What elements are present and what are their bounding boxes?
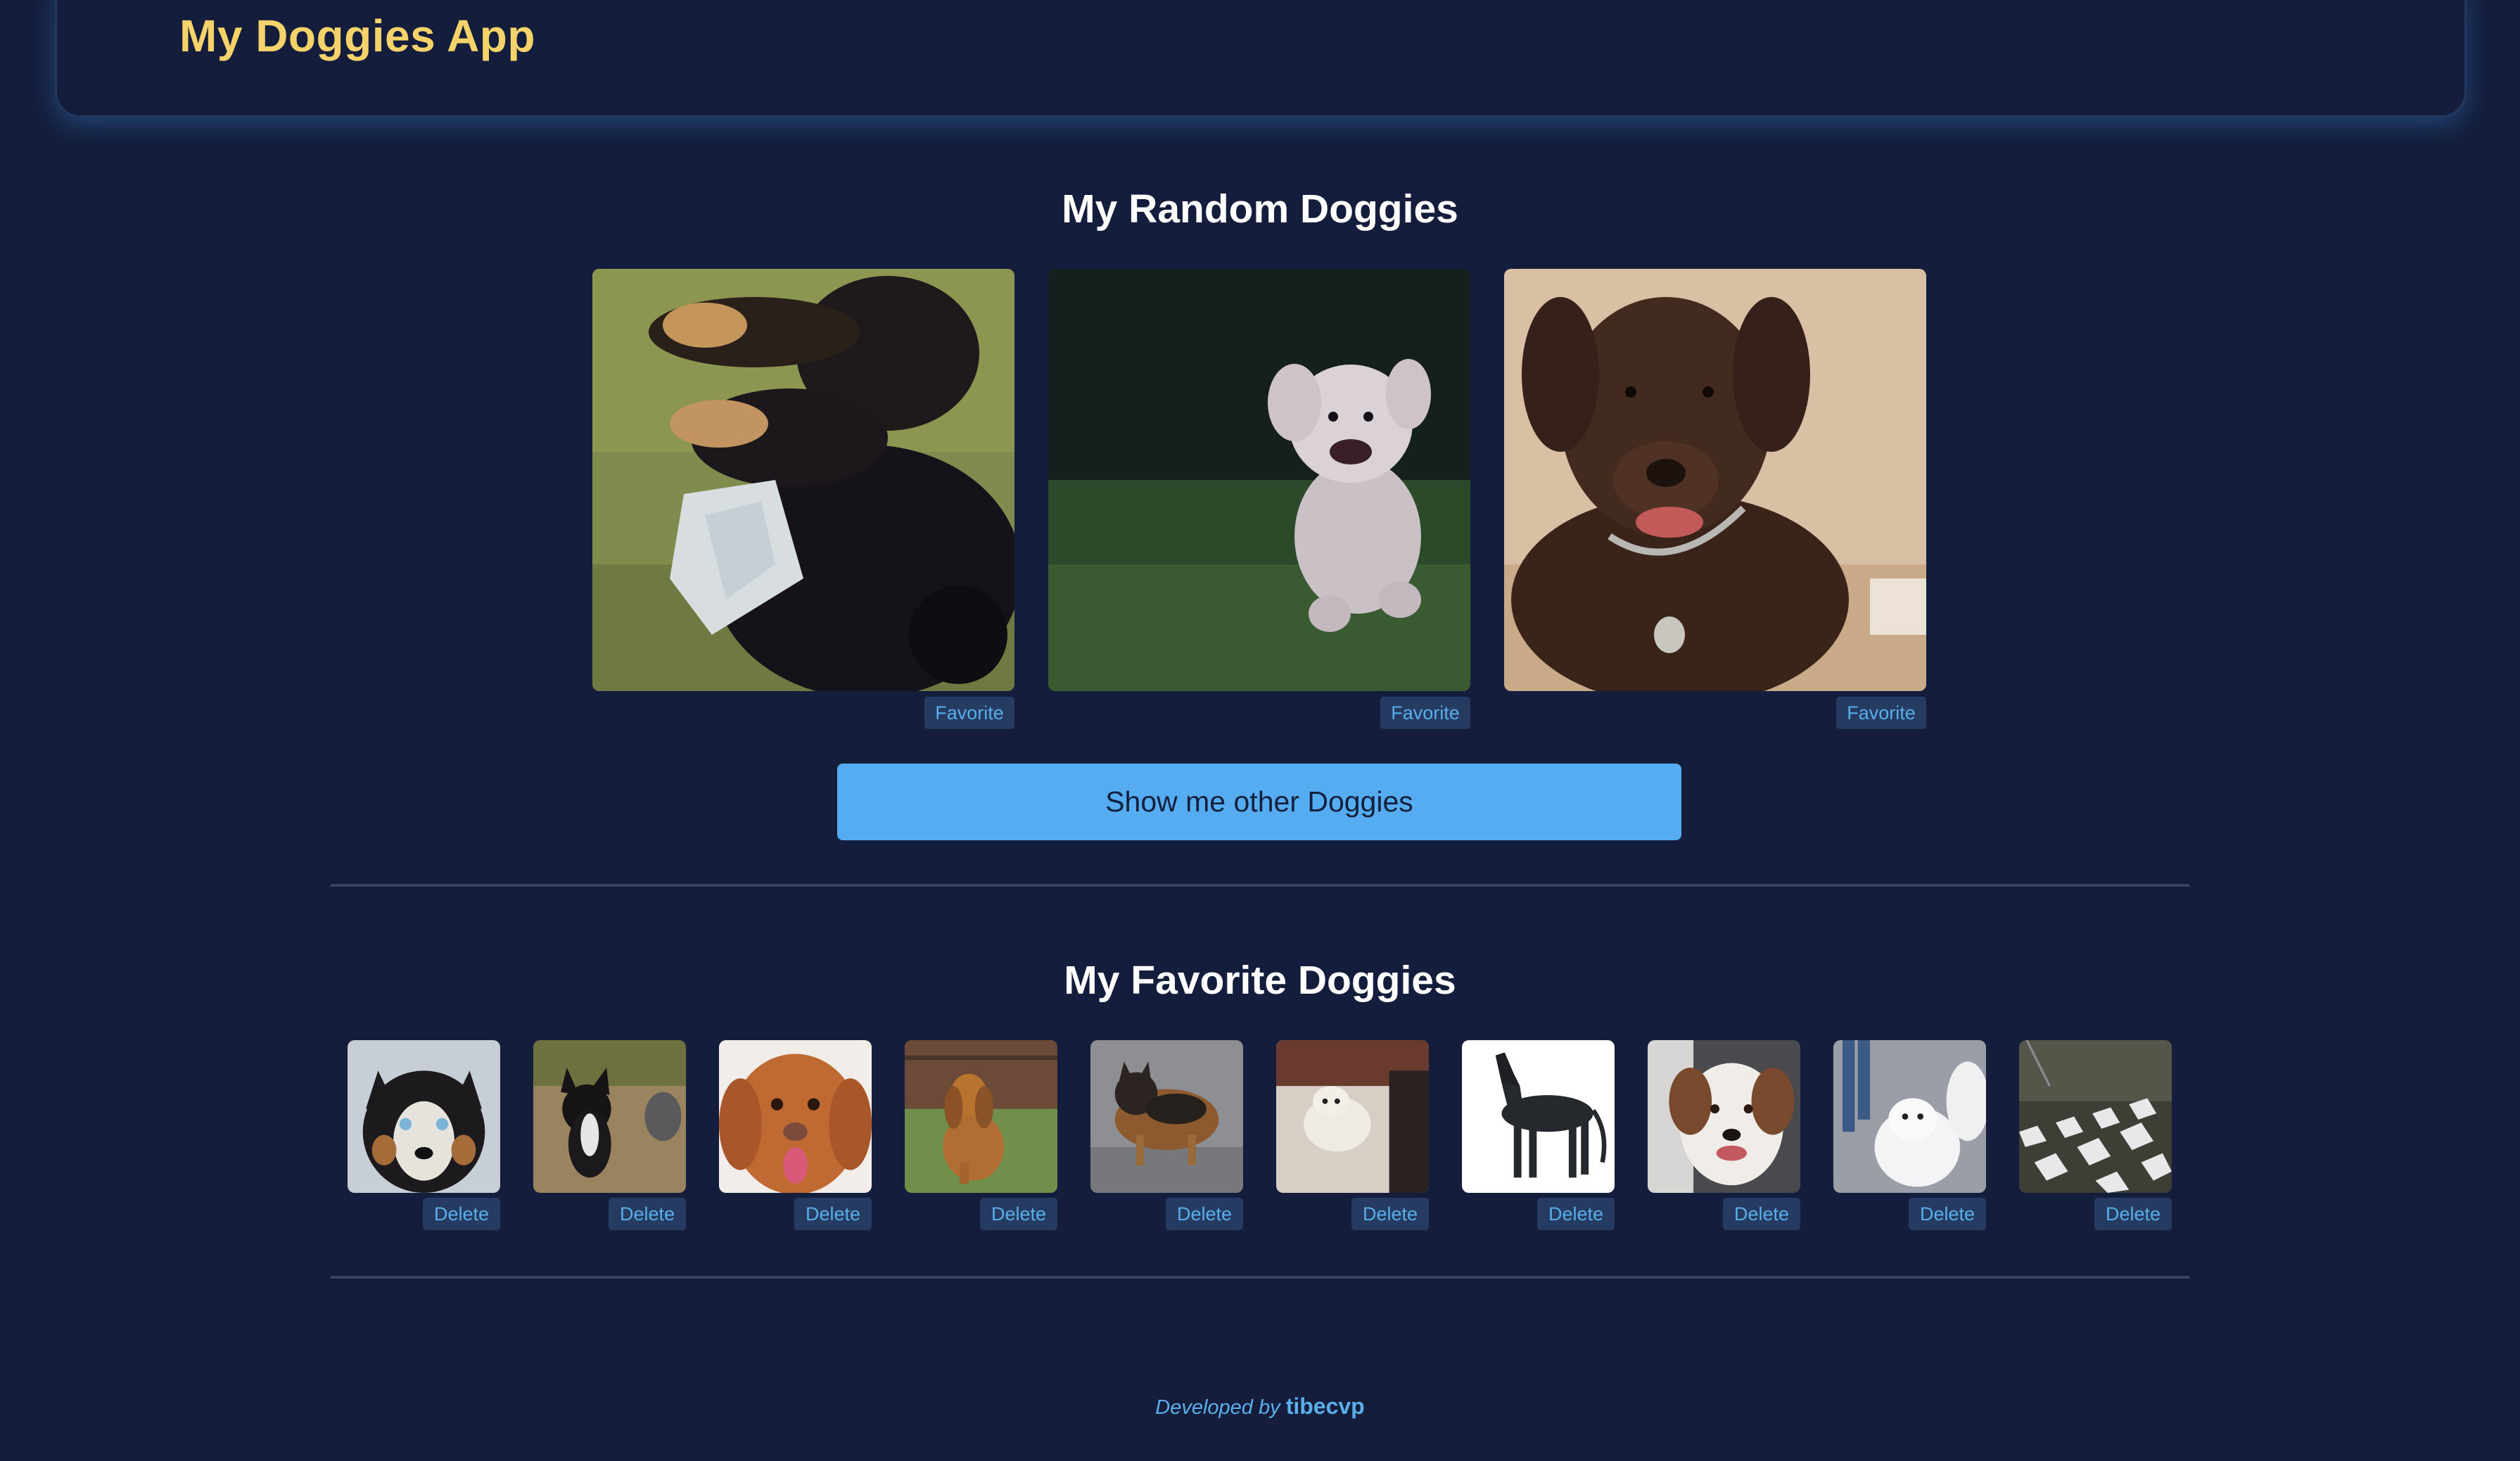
delete-button-6[interactable]: Delete xyxy=(1351,1198,1429,1230)
delete-button-8[interactable]: Delete xyxy=(1723,1198,1800,1230)
random-dog-photo-3 xyxy=(1504,269,1926,691)
app-header: My Doggies App xyxy=(55,0,2467,118)
delete-button-7[interactable]: Delete xyxy=(1537,1198,1615,1230)
delete-button-2[interactable]: Delete xyxy=(609,1198,686,1230)
section-divider xyxy=(331,884,2189,887)
footer-author-link[interactable]: tibecvp xyxy=(1286,1393,1365,1419)
favorite-dog-photo-9 xyxy=(1833,1040,1986,1193)
favorite-dog-photo-5 xyxy=(1090,1040,1243,1193)
favorite-button-2[interactable]: Favorite xyxy=(1380,697,1470,729)
favorite-button-1[interactable]: Favorite xyxy=(924,697,1014,729)
footer: Developed by tibecvp xyxy=(0,1393,2520,1419)
random-dog-photo-1 xyxy=(592,269,1014,691)
random-doggies-title: My Random Doggies xyxy=(1062,186,1458,232)
delete-button-4[interactable]: Delete xyxy=(980,1198,1057,1230)
favorite-dog-photo-1 xyxy=(348,1040,500,1193)
random-dog-photo-2 xyxy=(1048,269,1470,691)
favorite-doggies-title: My Favorite Doggies xyxy=(1064,958,1456,1003)
delete-button-3[interactable]: Delete xyxy=(794,1198,872,1230)
delete-button-1[interactable]: Delete xyxy=(423,1198,500,1230)
app-title: My Doggies App xyxy=(179,11,535,61)
favorite-dog-photo-8 xyxy=(1648,1040,1800,1193)
favorite-dog-photo-3 xyxy=(719,1040,872,1193)
delete-button-5[interactable]: Delete xyxy=(1166,1198,1243,1230)
favorite-dog-photo-6 xyxy=(1276,1040,1429,1193)
favorite-dog-photo-10 xyxy=(2019,1040,2172,1193)
favorite-dog-photo-2 xyxy=(533,1040,686,1193)
favorite-dog-photo-7 xyxy=(1462,1040,1615,1193)
favorite-dog-photo-4 xyxy=(905,1040,1057,1193)
delete-button-9[interactable]: Delete xyxy=(1909,1198,1986,1230)
delete-button-10[interactable]: Delete xyxy=(2094,1198,2172,1230)
footer-developed-by: Developed by xyxy=(1155,1396,1280,1419)
footer-divider xyxy=(331,1276,2189,1279)
show-other-doggies-button[interactable]: Show me other Doggies xyxy=(837,764,1681,840)
favorite-button-3[interactable]: Favorite xyxy=(1836,697,1926,729)
